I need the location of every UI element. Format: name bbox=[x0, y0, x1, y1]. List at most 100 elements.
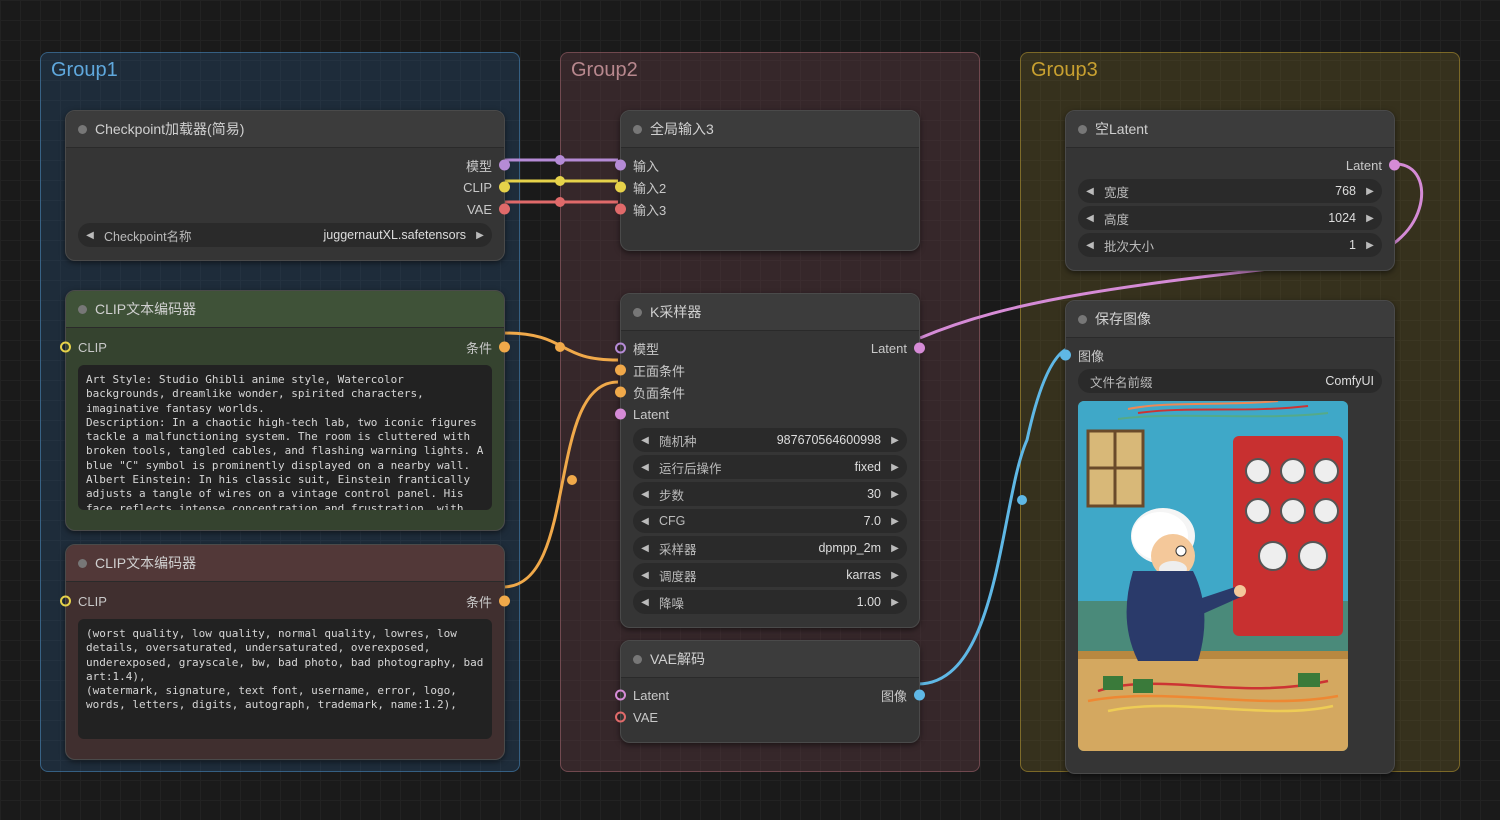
input-clip-port[interactable] bbox=[60, 595, 71, 606]
node-header[interactable]: CLIP文本编码器 bbox=[66, 291, 504, 328]
collapse-dot-icon[interactable] bbox=[633, 125, 642, 134]
chevron-right-icon[interactable]: ▶ bbox=[889, 489, 901, 500]
node-title: 全局输入3 bbox=[650, 119, 714, 139]
output-image-preview[interactable] bbox=[1078, 401, 1348, 751]
node-header[interactable]: 全局输入3 bbox=[621, 111, 919, 148]
node-header[interactable]: K采样器 bbox=[621, 294, 919, 331]
widget-checkpoint-name[interactable]: ◀ Checkpoint名称 juggernautXL.safetensors … bbox=[78, 223, 492, 247]
node-header[interactable]: CLIP文本编码器 bbox=[66, 545, 504, 582]
input-positive[interactable]: 正面条件 bbox=[621, 359, 919, 381]
node-clip-text-encode-negative[interactable]: CLIP文本编码器 CLIP 条件 (worst quality, low qu… bbox=[65, 544, 505, 760]
port-dot-icon[interactable] bbox=[1060, 350, 1071, 361]
chevron-left-icon[interactable]: ◀ bbox=[1084, 213, 1096, 224]
chevron-left-icon[interactable]: ◀ bbox=[84, 230, 96, 241]
output-latent-port[interactable] bbox=[914, 343, 925, 354]
node-header[interactable]: Checkpoint加载器(简易) bbox=[66, 111, 504, 148]
node-save-image[interactable]: 保存图像 图像 文件名前缀 ComfyUI bbox=[1065, 300, 1395, 774]
widget-sampler[interactable]: ◀ 采样器 dpmpp_2m ▶ bbox=[633, 536, 907, 560]
widget-seed[interactable]: ◀ 随机种 987670564600998 ▶ bbox=[633, 428, 907, 452]
group-1-title: Group1 bbox=[51, 59, 118, 82]
input-clip-port[interactable] bbox=[60, 341, 71, 352]
port-dot-icon[interactable] bbox=[615, 160, 626, 171]
input-vae[interactable]: VAE bbox=[621, 706, 919, 728]
chevron-right-icon[interactable]: ▶ bbox=[889, 462, 901, 473]
output-model[interactable]: 模型 bbox=[66, 154, 504, 176]
chevron-right-icon[interactable]: ▶ bbox=[889, 516, 901, 527]
collapse-dot-icon[interactable] bbox=[633, 655, 642, 664]
node-ksampler[interactable]: K采样器 模型 Latent 正面条件 负面条件 Latent ◀ 随机种 98… bbox=[620, 293, 920, 628]
node-clip-text-encode-positive[interactable]: CLIP文本编码器 CLIP 条件 Art Style: Studio Ghib… bbox=[65, 290, 505, 531]
chevron-right-icon[interactable]: ▶ bbox=[889, 435, 901, 446]
widget-control-after-generate[interactable]: ◀ 运行后操作 fixed ▶ bbox=[633, 455, 907, 479]
chevron-right-icon[interactable]: ▶ bbox=[1364, 213, 1376, 224]
port-dot-icon[interactable] bbox=[615, 182, 626, 193]
port-dot-icon[interactable] bbox=[615, 365, 626, 376]
row-latent-image: Latent 图像 bbox=[621, 684, 919, 706]
widget-cfg[interactable]: ◀ CFG 7.0 ▶ bbox=[633, 509, 907, 533]
node-checkpoint-loader[interactable]: Checkpoint加载器(简易) 模型 CLIP VAE ◀ Checkpoi… bbox=[65, 110, 505, 261]
widget-scheduler[interactable]: ◀ 调度器 karras ▶ bbox=[633, 563, 907, 587]
collapse-dot-icon[interactable] bbox=[633, 308, 642, 317]
chevron-right-icon[interactable]: ▶ bbox=[889, 543, 901, 554]
input-latent[interactable]: Latent bbox=[621, 403, 919, 425]
port-dot-icon[interactable] bbox=[615, 387, 626, 398]
chevron-left-icon[interactable]: ◀ bbox=[639, 462, 651, 473]
input-3[interactable]: 输入3 bbox=[621, 198, 919, 220]
chevron-left-icon[interactable]: ◀ bbox=[639, 516, 651, 527]
chevron-right-icon[interactable]: ▶ bbox=[1364, 186, 1376, 197]
output-latent[interactable]: Latent bbox=[1066, 154, 1394, 176]
widget-steps[interactable]: ◀ 步数 30 ▶ bbox=[633, 482, 907, 506]
input-negative[interactable]: 负面条件 bbox=[621, 381, 919, 403]
chevron-right-icon[interactable]: ▶ bbox=[889, 597, 901, 608]
collapse-dot-icon[interactable] bbox=[1078, 315, 1087, 324]
prompt-textarea[interactable]: Art Style: Studio Ghibli anime style, Wa… bbox=[78, 365, 492, 510]
collapse-dot-icon[interactable] bbox=[78, 125, 87, 134]
port-dot-icon[interactable] bbox=[615, 712, 626, 723]
chevron-left-icon[interactable]: ◀ bbox=[639, 543, 651, 554]
port-dot-icon[interactable] bbox=[615, 409, 626, 420]
port-dot-icon[interactable] bbox=[615, 204, 626, 215]
collapse-dot-icon[interactable] bbox=[78, 305, 87, 314]
output-vae[interactable]: VAE bbox=[66, 198, 504, 220]
output-conditioning-port[interactable] bbox=[499, 595, 510, 606]
chevron-left-icon[interactable]: ◀ bbox=[639, 597, 651, 608]
output-image-port[interactable] bbox=[914, 690, 925, 701]
node-header[interactable]: VAE解码 bbox=[621, 641, 919, 678]
widget-filename-prefix[interactable]: 文件名前缀 ComfyUI bbox=[1078, 369, 1382, 393]
node-vae-decode[interactable]: VAE解码 Latent 图像 VAE bbox=[620, 640, 920, 743]
input-image[interactable]: 图像 bbox=[1066, 344, 1394, 366]
collapse-dot-icon[interactable] bbox=[1078, 125, 1087, 134]
node-title: K采样器 bbox=[650, 302, 701, 322]
input-latent-port[interactable] bbox=[615, 690, 626, 701]
port-dot-icon[interactable] bbox=[1389, 160, 1400, 171]
node-empty-latent[interactable]: 空Latent Latent ◀ 宽度 768 ▶ ◀ 高度 1024 ▶ ◀ … bbox=[1065, 110, 1395, 271]
chevron-left-icon[interactable]: ◀ bbox=[1084, 186, 1096, 197]
node-global-input[interactable]: 全局输入3 输入 输入2 输入3 bbox=[620, 110, 920, 251]
chevron-right-icon[interactable]: ▶ bbox=[889, 570, 901, 581]
widget-denoise[interactable]: ◀ 降噪 1.00 ▶ bbox=[633, 590, 907, 614]
chevron-left-icon[interactable]: ◀ bbox=[639, 489, 651, 500]
output-clip[interactable]: CLIP bbox=[66, 176, 504, 198]
chevron-right-icon[interactable]: ▶ bbox=[1364, 240, 1376, 251]
port-dot-icon[interactable] bbox=[499, 204, 510, 215]
collapse-dot-icon[interactable] bbox=[78, 559, 87, 568]
prompt-textarea[interactable]: (worst quality, low quality, normal qual… bbox=[78, 619, 492, 739]
widget-height[interactable]: ◀ 高度 1024 ▶ bbox=[1078, 206, 1382, 230]
widget-batch-size[interactable]: ◀ 批次大小 1 ▶ bbox=[1078, 233, 1382, 257]
group-3-title: Group3 bbox=[1031, 59, 1098, 82]
chevron-right-icon[interactable]: ▶ bbox=[474, 230, 486, 241]
output-conditioning-port[interactable] bbox=[499, 341, 510, 352]
chevron-left-icon[interactable]: ◀ bbox=[1084, 240, 1096, 251]
widget-width[interactable]: ◀ 宽度 768 ▶ bbox=[1078, 179, 1382, 203]
node-header[interactable]: 保存图像 bbox=[1066, 301, 1394, 338]
chevron-left-icon[interactable]: ◀ bbox=[639, 435, 651, 446]
node-title: Checkpoint加载器(简易) bbox=[95, 119, 244, 139]
input-1[interactable]: 输入 bbox=[621, 154, 919, 176]
port-dot-icon[interactable] bbox=[499, 182, 510, 193]
port-dot-icon[interactable] bbox=[499, 160, 510, 171]
port-row-clip-cond: CLIP 条件 bbox=[66, 588, 504, 613]
chevron-left-icon[interactable]: ◀ bbox=[639, 570, 651, 581]
node-header[interactable]: 空Latent bbox=[1066, 111, 1394, 148]
input-2[interactable]: 输入2 bbox=[621, 176, 919, 198]
input-model-port[interactable] bbox=[615, 343, 626, 354]
